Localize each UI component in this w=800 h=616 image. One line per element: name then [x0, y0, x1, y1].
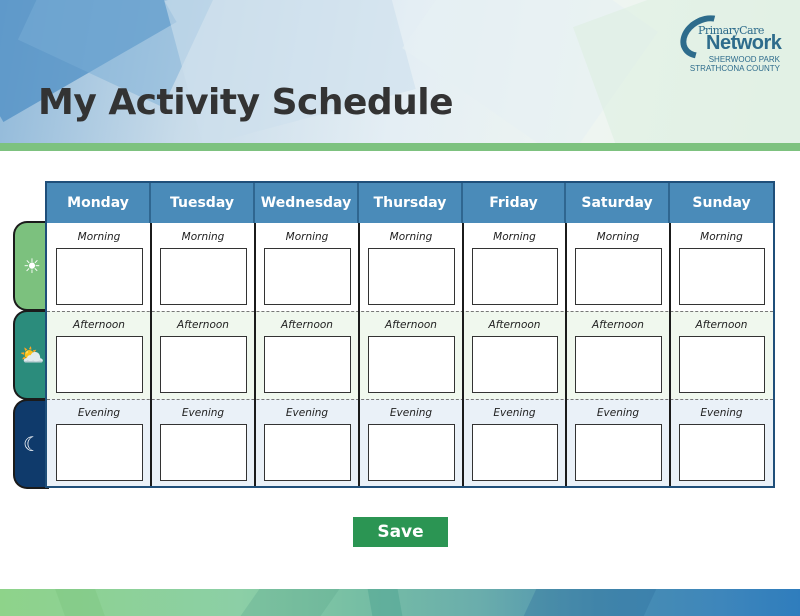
schedule-cell-wednesday-afternoon: Afternoon	[255, 311, 359, 399]
period-label: Morning	[596, 231, 640, 243]
period-tab-morning: ☀	[13, 221, 49, 311]
schedule-cell-monday-evening: Evening	[47, 399, 151, 487]
activity-input-monday-afternoon[interactable]	[56, 336, 143, 393]
logo-text-network: Network	[706, 32, 782, 54]
activity-input-thursday-afternoon[interactable]	[368, 336, 455, 393]
moon-icon: ☾	[23, 432, 41, 456]
day-header-wednesday: Wednesday	[255, 183, 359, 223]
activity-input-tuesday-evening[interactable]	[160, 424, 247, 481]
schedule-cell-friday-evening: Evening	[463, 399, 566, 487]
period-label: Evening	[596, 407, 640, 419]
sun-icon: ☀	[23, 254, 41, 278]
period-label: Morning	[493, 231, 536, 243]
activity-input-friday-morning[interactable]	[472, 248, 558, 305]
primary-care-network-logo: PrimaryCare Network SHERWOOD PARK STRATH…	[672, 6, 794, 75]
column-divider	[462, 223, 464, 486]
day-header-friday: Friday	[463, 183, 566, 223]
activity-input-sunday-evening[interactable]	[679, 424, 765, 481]
column-divider	[565, 223, 567, 486]
day-header-thursday: Thursday	[359, 183, 463, 223]
day-header-saturday: Saturday	[566, 183, 670, 223]
period-label: Afternoon	[695, 319, 748, 331]
schedule-cell-tuesday-morning: Morning	[151, 223, 255, 311]
day-header-tuesday: Tuesday	[151, 183, 255, 223]
period-label: Afternoon	[592, 319, 644, 331]
column-divider	[254, 223, 256, 486]
page-title: My Activity Schedule	[38, 82, 454, 123]
activity-input-thursday-evening[interactable]	[368, 424, 455, 481]
schedule-cell-wednesday-evening: Evening	[255, 399, 359, 487]
activity-input-sunday-afternoon[interactable]	[679, 336, 765, 393]
footer-band	[0, 589, 800, 616]
activity-input-tuesday-afternoon[interactable]	[160, 336, 247, 393]
schedule-cell-sunday-afternoon: Afternoon	[670, 311, 773, 399]
logo-text-strathcona-county: STRATHCONA COUNTY	[689, 64, 780, 73]
decorative-facet	[240, 589, 340, 616]
day-header-monday: Monday	[47, 183, 151, 223]
period-label: Evening	[285, 407, 329, 419]
schedule-cell-saturday-morning: Morning	[566, 223, 670, 311]
schedule-cell-tuesday-evening: Evening	[151, 399, 255, 487]
schedule-cell-monday-morning: Morning	[47, 223, 151, 311]
save-button[interactable]: Save	[353, 517, 448, 547]
schedule-cell-thursday-morning: Morning	[359, 223, 463, 311]
schedule-cell-friday-morning: Morning	[463, 223, 566, 311]
period-label: Evening	[389, 407, 433, 419]
period-label: Evening	[700, 407, 743, 419]
decorative-facet	[55, 589, 105, 616]
activity-input-sunday-morning[interactable]	[679, 248, 765, 305]
activity-input-friday-evening[interactable]	[472, 424, 558, 481]
day-header-sunday: Sunday	[692, 195, 751, 211]
activity-input-monday-evening[interactable]	[56, 424, 143, 481]
schedule-cell-saturday-afternoon: Afternoon	[566, 311, 670, 399]
schedule-grid: Monday Tuesday Wednesday Thursday Friday Satu…	[45, 181, 775, 488]
schedule-cell-saturday-evening: Evening	[566, 399, 670, 487]
schedule-cell-friday-afternoon: Afternoon	[463, 311, 566, 399]
decorative-facet	[523, 589, 657, 616]
period-tab-afternoon: ⛅	[13, 310, 49, 400]
schedule-cell-thursday-evening: Evening	[359, 399, 463, 487]
period-label: Afternoon	[73, 319, 125, 331]
period-label: Evening	[493, 407, 536, 419]
period-label: Evening	[77, 407, 121, 419]
schedule-cell-tuesday-afternoon: Afternoon	[151, 311, 255, 399]
activity-input-saturday-morning[interactable]	[575, 248, 662, 305]
period-label: Afternoon	[177, 319, 229, 331]
period-tab-evening: ☾	[13, 399, 49, 489]
header-divider	[0, 143, 800, 151]
period-label: Morning	[285, 231, 329, 243]
schedule-cell-thursday-afternoon: Afternoon	[359, 311, 463, 399]
day-header-row: Monday Tuesday Wednesday Thursday Friday Satu…	[47, 183, 773, 223]
column-divider	[669, 223, 671, 486]
activity-input-thursday-morning[interactable]	[368, 248, 455, 305]
activity-input-friday-afternoon[interactable]	[472, 336, 558, 393]
activity-input-monday-morning[interactable]	[56, 248, 143, 305]
period-label: Morning	[181, 231, 225, 243]
sun-cloud-icon: ⛅	[19, 343, 45, 367]
period-label: Afternoon	[488, 319, 541, 331]
column-divider	[358, 223, 360, 486]
period-label: Morning	[700, 231, 743, 243]
activity-input-wednesday-evening[interactable]	[264, 424, 351, 481]
period-label: Afternoon	[385, 319, 437, 331]
decorative-facet	[367, 589, 403, 616]
column-divider	[150, 223, 152, 486]
period-label: Evening	[181, 407, 225, 419]
schedule-cell-sunday-morning: Morning	[670, 223, 773, 311]
schedule-body: Morning Afternoon Evening Morning Afternoon E…	[47, 223, 773, 486]
activity-input-wednesday-morning[interactable]	[264, 248, 351, 305]
logo-text-sherwood-park: SHERWOOD PARK	[708, 55, 780, 64]
period-label: Morning	[77, 231, 121, 243]
schedule-cell-wednesday-morning: Morning	[255, 223, 359, 311]
activity-input-saturday-evening[interactable]	[575, 424, 662, 481]
period-label: Afternoon	[281, 319, 333, 331]
period-label: Morning	[389, 231, 433, 243]
schedule-cell-monday-afternoon: Afternoon	[47, 311, 151, 399]
activity-input-saturday-afternoon[interactable]	[575, 336, 662, 393]
schedule-cell-sunday-evening: Evening	[670, 399, 773, 487]
activity-input-tuesday-morning[interactable]	[160, 248, 247, 305]
activity-input-wednesday-afternoon[interactable]	[264, 336, 351, 393]
